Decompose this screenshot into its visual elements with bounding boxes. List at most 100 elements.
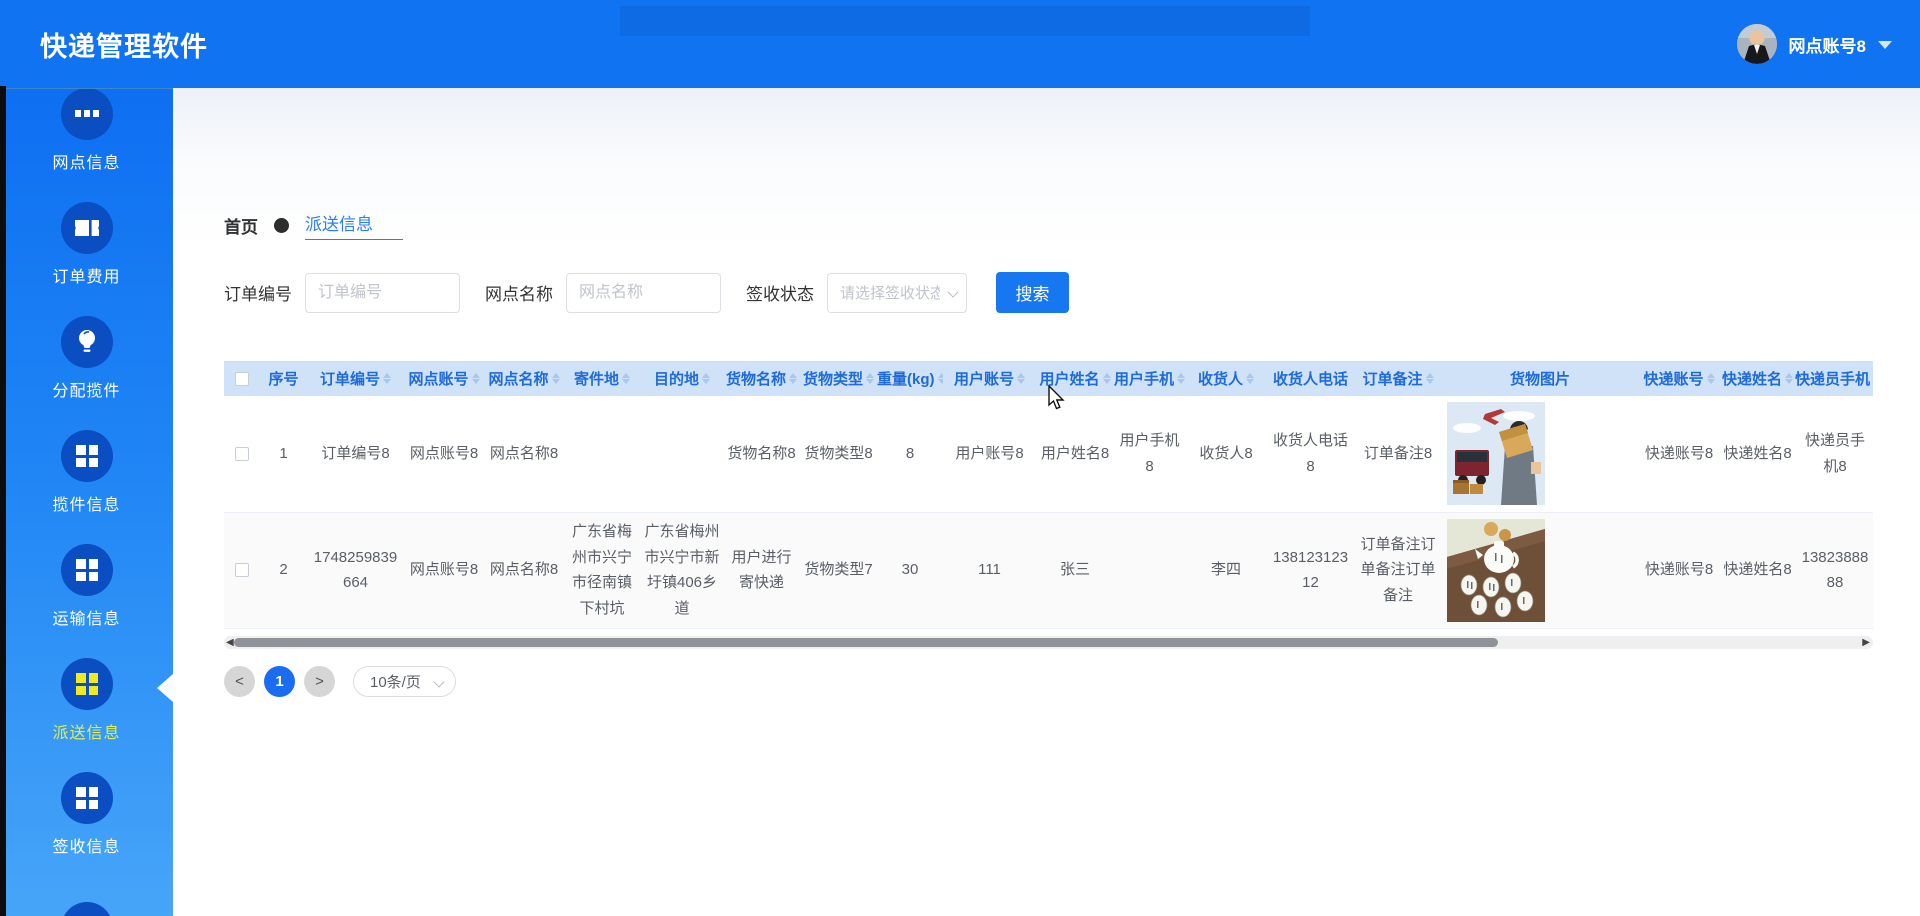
column-header-网点名称[interactable]: 网点名称 [485,361,563,396]
sidebar-item-揽件信息[interactable]: 揽件信息 [0,415,173,529]
column-header-网点账号[interactable]: 网点账号 [403,361,485,396]
column-label: 货物图片 [1510,368,1570,389]
table-row: 21748259839664网点账号8网点名称8广东省梅州市兴宁市径南镇下村坑广… [224,512,1873,628]
sort-carets-icon[interactable] [938,373,944,384]
cell-用户手机 [1114,512,1185,628]
column-label: 网点账号 [408,368,468,389]
page-size-value: 10条/页 [370,671,421,692]
scroll-left-icon[interactable]: ◀ [226,636,234,649]
scroll-right-icon[interactable]: ▶ [1862,636,1870,649]
sidebar-nav: 网点信息订单费用分配揽件揽件信息运输信息派送信息签收信息 [0,88,173,916]
avatar[interactable] [1737,24,1777,64]
sort-carets-icon[interactable] [702,373,710,384]
cell-订单备注: 订单备注订单备注订单备注 [1354,512,1442,628]
cell-序号: 1 [259,396,308,512]
column-header-货物名称[interactable]: 货物名称 [723,361,800,396]
column-label: 货物类型 [803,368,863,389]
cell-寄件地 [563,396,641,512]
column-header-用户姓名[interactable]: 用户姓名 [1036,361,1114,396]
cell-用户姓名: 张三 [1036,512,1114,628]
grid9-icon [61,902,113,916]
horizontal-scrollbar[interactable]: ◀ ▶ [224,636,1873,649]
sidebar-item-派送信息[interactable]: 派送信息 [0,643,173,757]
sort-carets-icon[interactable] [1017,373,1025,384]
sidebar-item-订单费用[interactable]: 订单费用 [0,187,173,301]
sidebar-item-label: 订单费用 [52,263,120,287]
user-menu[interactable]: 网点账号8 [1737,0,1892,88]
column-header-重量(kg)[interactable]: 重量(kg) [877,361,943,396]
sidebar-item-bottom-7[interactable] [0,871,173,916]
cell-用户姓名: 用户姓名8 [1036,396,1114,512]
sort-carets-icon[interactable] [1103,373,1111,384]
page-1-button[interactable]: 1 [264,666,295,697]
cell-订单编号: 订单编号8 [308,396,403,512]
sidebar-item-label: 派送信息 [52,719,120,743]
column-header-订单备注[interactable]: 订单备注 [1354,361,1442,396]
column-header-用户账号[interactable]: 用户账号 [943,361,1036,396]
column-header-快递账号[interactable]: 快递账号 [1638,361,1720,396]
site-name-label: 网点名称 [485,280,553,305]
sidebar-item-label: 签收信息 [52,833,120,857]
column-header-收货人电话[interactable]: 收货人电话 [1267,361,1354,396]
column-header-快递姓名[interactable]: 快递姓名 [1720,361,1795,396]
cell-寄件地: 广东省梅州市兴宁市径南镇下村坑 [563,512,641,628]
cell-快递姓名: 快递姓名8 [1720,512,1795,628]
select-all-checkbox[interactable] [235,372,249,386]
row-checkbox[interactable] [235,563,249,577]
tea-set-photo [1442,512,1638,628]
column-label: 寄件地 [574,368,619,389]
sort-carets-icon[interactable] [1707,373,1715,384]
sign-status-select[interactable]: 请选择签收状态 [827,273,967,313]
prev-page-button[interactable]: < [224,666,255,697]
cell-快递账号: 快递账号8 [1638,396,1720,512]
sort-carets-icon[interactable] [552,373,560,384]
column-header-序号[interactable]: 序号 [259,361,308,396]
sort-carets-icon[interactable] [866,373,874,384]
sort-carets-icon[interactable] [472,373,480,384]
search-button[interactable]: 搜索 [996,272,1069,313]
breadcrumb: 首页 派送信息 [224,210,403,240]
column-label: 快递账号 [1643,368,1703,389]
column-header-目的地[interactable]: 目的地 [641,361,723,396]
breadcrumb-current-link[interactable]: 派送信息 [305,210,403,240]
column-header-货物类型[interactable]: 货物类型 [800,361,877,396]
sort-carets-icon[interactable] [1426,373,1434,384]
table-header-row: 序号订单编号网点账号网点名称寄件地目的地货物名称货物类型重量(kg)用户账号用户… [224,361,1873,396]
next-page-button[interactable]: > [304,666,335,697]
column-header-寄件地[interactable]: 寄件地 [563,361,641,396]
sign-status-label: 签收状态 [746,280,814,305]
column-label: 序号 [268,368,298,389]
sort-carets-icon[interactable] [622,373,630,384]
sort-carets-icon[interactable] [383,373,391,384]
scrollbar-thumb[interactable] [234,638,1498,647]
row-checkbox[interactable] [235,447,249,461]
cell-收货人: 李四 [1185,512,1267,628]
column-header-快递员手机[interactable]: 快递员手机 [1795,361,1873,396]
column-label: 快递姓名 [1722,368,1782,389]
sidebar-item-网点信息[interactable]: 网点信息 [0,88,173,187]
sidebar-item-签收信息[interactable]: 签收信息 [0,757,173,871]
column-label: 网点名称 [488,368,548,389]
active-item-notch [157,674,173,702]
site-name-input[interactable] [566,273,721,313]
column-header-用户手机[interactable]: 用户手机 [1114,361,1185,396]
sort-carets-icon[interactable] [1246,373,1254,384]
column-header-收货人[interactable]: 收货人 [1185,361,1267,396]
chevron-down-icon [1878,41,1892,49]
column-header-货物图片[interactable]: 货物图片 [1442,361,1638,396]
column-label: 订单备注 [1362,368,1422,389]
cell-货物类型: 货物类型7 [800,512,877,628]
sidebar-item-运输信息[interactable]: 运输信息 [0,529,173,643]
sort-carets-icon[interactable] [789,373,797,384]
cell-用户账号: 用户账号8 [943,396,1036,512]
column-header-订单编号[interactable]: 订单编号 [308,361,403,396]
column-label: 用户手机 [1114,368,1174,389]
cell-序号: 2 [259,512,308,628]
order-no-input[interactable] [305,273,460,313]
breadcrumb-home-link[interactable]: 首页 [224,213,258,238]
sidebar-item-分配揽件[interactable]: 分配揽件 [0,301,173,415]
sort-carets-icon[interactable] [1785,373,1793,384]
sort-carets-icon[interactable] [1177,373,1185,384]
ticket-icon [61,202,113,254]
page-size-select[interactable]: 10条/页 [353,666,456,697]
